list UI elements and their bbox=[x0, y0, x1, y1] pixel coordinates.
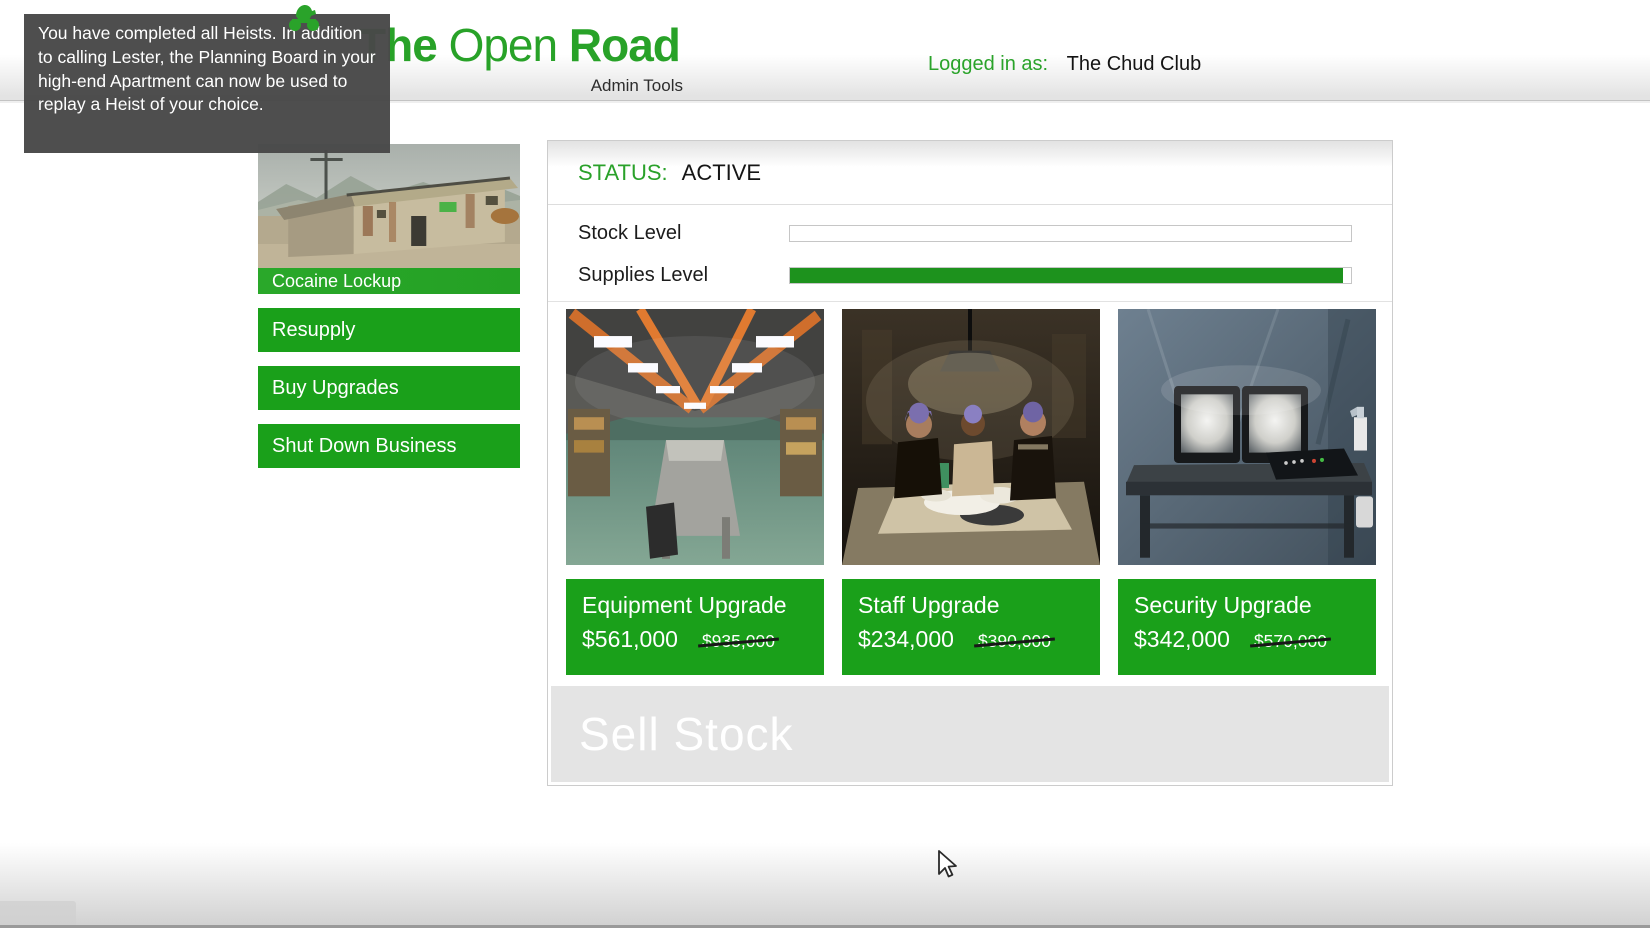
supplies-level-bar bbox=[789, 267, 1352, 284]
equipment-room-icon bbox=[566, 309, 824, 565]
security-monitors-icon bbox=[1118, 309, 1376, 565]
status-row: STATUS: ACTIVE bbox=[548, 141, 1392, 205]
lockup-exterior-icon bbox=[258, 144, 520, 268]
business-sidebar: Cocaine Lockup Resupply Buy Upgrades Shu… bbox=[258, 144, 520, 468]
staff-upgrade-card[interactable]: Staff Upgrade $234,000 $390,000 bbox=[842, 579, 1100, 675]
staff-upgrade-prices: $234,000 $390,000 bbox=[858, 626, 1084, 653]
shut-down-business-button[interactable]: Shut Down Business bbox=[258, 424, 520, 468]
page: The Open Road Admin Tools Logged in as: … bbox=[0, 0, 1650, 928]
logo-word-road: Road bbox=[569, 19, 680, 71]
stock-level-label: Stock Level bbox=[578, 222, 789, 245]
levels-section: Stock Level Supplies Level bbox=[548, 205, 1392, 302]
equipment-upgrade-title: Equipment Upgrade bbox=[582, 589, 808, 621]
security-upgrade-original-price: $570,000 bbox=[1254, 631, 1327, 652]
staff-upgrade-price: $234,000 bbox=[858, 626, 954, 653]
equipment-upgrade-prices: $561,000 $935,000 bbox=[582, 626, 808, 653]
equipment-upgrade-image bbox=[566, 309, 824, 565]
page-bottom-gradient bbox=[0, 843, 1650, 928]
status-value: ACTIVE bbox=[682, 160, 761, 186]
equipment-upgrade-card[interactable]: Equipment Upgrade $561,000 $935,000 bbox=[566, 579, 824, 675]
upgrades-section: Equipment Upgrade $561,000 $935,000 bbox=[548, 302, 1392, 675]
staff-working-icon bbox=[842, 309, 1100, 565]
security-upgrade-card[interactable]: Security Upgrade $342,000 $570,000 bbox=[1118, 579, 1376, 675]
site-logo[interactable]: The Open Road bbox=[358, 18, 680, 72]
security-upgrade-title: Security Upgrade bbox=[1134, 589, 1360, 621]
security-upgrade-column: Security Upgrade $342,000 $570,000 bbox=[1118, 309, 1376, 675]
staff-upgrade-title: Staff Upgrade bbox=[858, 589, 1084, 621]
logo-word-open: Open bbox=[449, 19, 558, 71]
notification-tooltip: You have completed all Heists. In additi… bbox=[24, 14, 390, 153]
stock-level-bar bbox=[789, 225, 1352, 242]
equipment-upgrade-column: Equipment Upgrade $561,000 $935,000 bbox=[566, 309, 824, 675]
business-thumbnail: Cocaine Lockup bbox=[258, 144, 520, 294]
buy-upgrades-button[interactable]: Buy Upgrades bbox=[258, 366, 520, 410]
notification-text: You have completed all Heists. In additi… bbox=[38, 23, 376, 114]
supplies-level-label: Supplies Level bbox=[578, 264, 789, 287]
motorcycle-rider-icon bbox=[287, 2, 321, 32]
status-label: STATUS: bbox=[578, 160, 668, 186]
sell-stock-button[interactable]: Sell Stock bbox=[551, 686, 1389, 782]
security-upgrade-price: $342,000 bbox=[1134, 626, 1230, 653]
equipment-upgrade-price: $561,000 bbox=[582, 626, 678, 653]
business-panel: STATUS: ACTIVE Stock Level Supplies Leve… bbox=[547, 140, 1393, 786]
staff-upgrade-original-price: $390,000 bbox=[978, 631, 1051, 652]
equipment-upgrade-original-price: $935,000 bbox=[702, 631, 775, 652]
business-name-label: Cocaine Lockup bbox=[258, 268, 520, 294]
security-upgrade-image bbox=[1118, 309, 1376, 565]
logged-in-status: Logged in as: The Chud Club bbox=[928, 53, 1201, 76]
logged-in-label: Logged in as: bbox=[928, 53, 1048, 75]
admin-tools-subtitle: Admin Tools bbox=[480, 76, 683, 96]
logged-in-username: The Chud Club bbox=[1067, 53, 1202, 75]
resupply-button[interactable]: Resupply bbox=[258, 308, 520, 352]
staff-upgrade-column: Staff Upgrade $234,000 $390,000 bbox=[842, 309, 1100, 675]
supplies-level-fill bbox=[790, 268, 1343, 283]
staff-upgrade-image bbox=[842, 309, 1100, 565]
security-upgrade-prices: $342,000 $570,000 bbox=[1134, 626, 1360, 653]
supplies-level-row: Supplies Level bbox=[578, 254, 1352, 296]
sell-stock-label: Sell Stock bbox=[579, 707, 794, 761]
stock-level-row: Stock Level bbox=[578, 212, 1352, 254]
